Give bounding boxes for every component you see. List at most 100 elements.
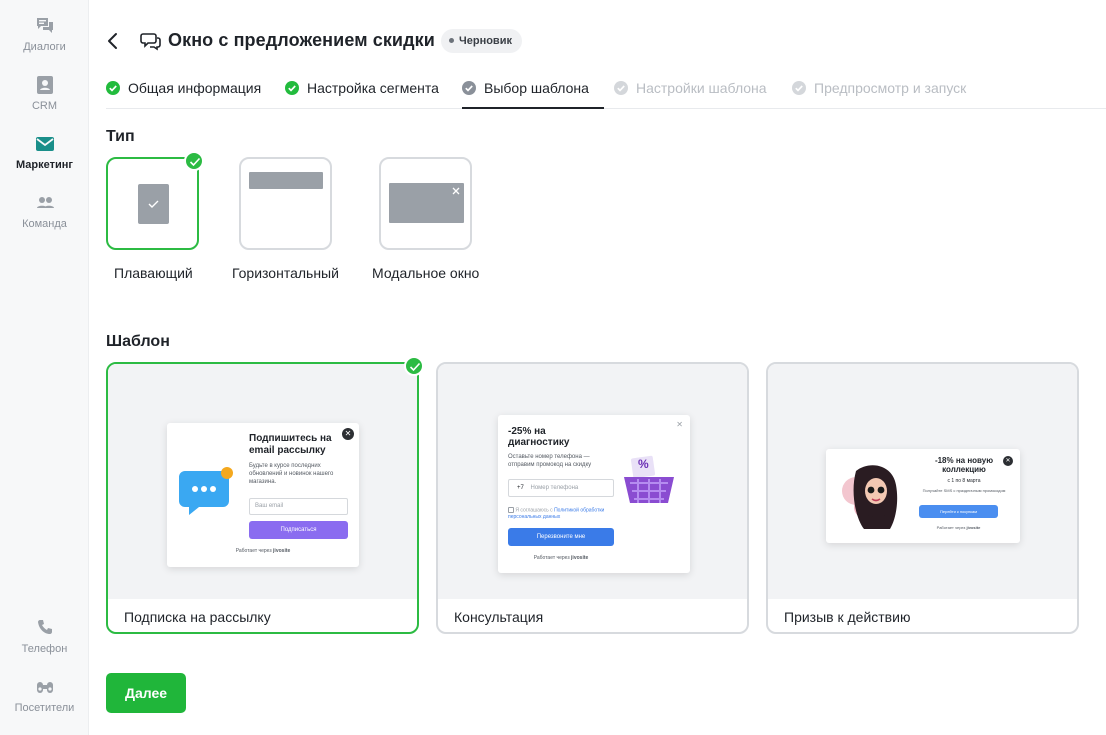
step-label: Настройка сегмента bbox=[307, 80, 439, 96]
status-badge: Черновик bbox=[441, 29, 522, 53]
type-option-horizontal[interactable] bbox=[239, 157, 332, 250]
phone-placeholder: Номер телефона bbox=[530, 485, 579, 491]
mini-title: -18% на новую коллекцию bbox=[934, 456, 994, 474]
shopping-basket-illustration-icon bbox=[624, 455, 674, 503]
mini-phone-input: +7 Номер телефона bbox=[508, 479, 614, 497]
phone-icon bbox=[37, 620, 52, 634]
page-title: Окно с предложением скидки bbox=[168, 30, 435, 50]
app-root: Диалоги CRM Маркетинг Команда Телефон По… bbox=[0, 0, 1106, 735]
mini-popup-cta: -18% на новую коллекцию ✕ с 1 по 8 марта… bbox=[826, 449, 1020, 543]
step-label: Настройки шаблона bbox=[636, 80, 767, 96]
template-preview: -18% на новую коллекцию ✕ с 1 по 8 марта… bbox=[768, 364, 1077, 599]
step-template-settings[interactable]: Настройки шаблона bbox=[614, 80, 767, 109]
sidebar-item-phone[interactable]: Телефон bbox=[0, 617, 89, 655]
type-label-floating: Плавающий bbox=[114, 265, 193, 281]
sidebar-item-crm[interactable]: CRM bbox=[0, 74, 89, 112]
consent-text: Я соглашаюсь с bbox=[515, 507, 555, 514]
contact-card-icon bbox=[36, 76, 53, 94]
mini-title: Подпишитесь на email рассылку bbox=[249, 433, 332, 456]
team-icon bbox=[36, 197, 54, 208]
type-option-floating[interactable] bbox=[106, 157, 199, 250]
brand-label: jivosite bbox=[966, 525, 981, 530]
sidebar-item-label: Телефон bbox=[21, 643, 68, 655]
status-badge-label: Черновик bbox=[459, 35, 512, 47]
chat-bubble-illustration-icon bbox=[179, 467, 233, 515]
check-circle-icon bbox=[462, 80, 476, 95]
check-circle-icon bbox=[106, 80, 120, 95]
selected-check-icon bbox=[404, 356, 424, 376]
step-preview-launch[interactable]: Предпросмотр и запуск bbox=[792, 80, 966, 109]
mini-text: Получайте SMS с праздничным промокодом bbox=[922, 488, 1006, 493]
phone-prefix: +7 bbox=[517, 485, 524, 491]
modal-window-shape bbox=[389, 183, 464, 223]
close-icon bbox=[452, 187, 460, 195]
mini-text: Будьте в курсе последних обновлений и но… bbox=[249, 463, 334, 485]
check-circle-icon bbox=[285, 80, 299, 95]
envelope-icon bbox=[35, 137, 54, 151]
brand-label: jivosite bbox=[273, 548, 291, 554]
check-icon bbox=[148, 200, 159, 208]
close-icon: ✕ bbox=[342, 428, 354, 440]
sidebar-item-team[interactable]: Команда bbox=[0, 192, 89, 230]
powered-by-label: Работает через bbox=[936, 525, 966, 530]
binoculars-icon bbox=[36, 682, 53, 693]
sidebar-item-visitors[interactable]: Посетители bbox=[0, 676, 89, 714]
step-template-choice[interactable]: Выбор шаблона bbox=[462, 80, 604, 109]
mini-popup-subscription: Подпишитесь на email рассылку ✕ Будьте в… bbox=[167, 423, 359, 567]
sidebar-item-label: Команда bbox=[22, 218, 67, 230]
mini-footer: Работает через jivosite bbox=[508, 555, 614, 561]
brand-label: jivosite bbox=[571, 555, 589, 561]
check-circle-icon bbox=[614, 80, 628, 95]
type-label-modal: Модальное окно bbox=[372, 265, 480, 281]
sidebar-item-label: Маркетинг bbox=[16, 159, 73, 171]
mini-shop-button: Перейти к покупкам bbox=[919, 505, 998, 518]
sidebar: Диалоги CRM Маркетинг Команда Телефон По… bbox=[0, 0, 89, 735]
wizard-steps: Общая информация Настройка сегмента Выбо… bbox=[106, 76, 1106, 109]
mini-email-input: Ваш email bbox=[249, 498, 348, 515]
status-dot-icon bbox=[449, 37, 454, 43]
template-preview: ✕ -25% на диагностику Оставьте номер тел… bbox=[438, 364, 747, 599]
sidebar-item-label: Диалоги bbox=[23, 41, 66, 53]
step-segment-settings[interactable]: Настройка сегмента bbox=[285, 80, 439, 109]
woman-portrait-illustration-icon bbox=[842, 465, 898, 529]
powered-by-label: Работает через bbox=[235, 548, 272, 554]
close-icon: ✕ bbox=[676, 420, 683, 429]
step-label: Выбор шаблона bbox=[484, 80, 589, 96]
step-general-info[interactable]: Общая информация bbox=[106, 80, 261, 109]
template-heading: Шаблон bbox=[106, 333, 170, 350]
percent-badge: % bbox=[638, 457, 649, 471]
floating-widget-shape bbox=[138, 184, 169, 224]
sidebar-item-label: Посетители bbox=[14, 702, 75, 714]
type-option-modal[interactable] bbox=[379, 157, 472, 250]
mini-callback-button: Перезвоните мне bbox=[508, 528, 614, 546]
mini-popup-consultation: ✕ -25% на диагностику Оставьте номер тел… bbox=[498, 415, 690, 573]
mini-title: -25% на диагностику bbox=[508, 426, 570, 448]
mini-subscribe-button: Подписаться bbox=[249, 521, 348, 539]
template-card-consultation[interactable]: ✕ -25% на диагностику Оставьте номер тел… bbox=[436, 362, 749, 634]
mini-consent: Я соглашаюсь с Политикой обработки персо… bbox=[508, 507, 628, 521]
sidebar-item-label: CRM bbox=[31, 100, 58, 112]
type-heading: Тип bbox=[106, 128, 135, 145]
step-label: Общая информация bbox=[128, 80, 262, 96]
mini-footer: Работает через jivosite bbox=[919, 525, 998, 530]
chat-icon bbox=[36, 18, 53, 33]
mini-text: Оставьте номер телефона — отправим промо… bbox=[508, 454, 592, 468]
close-icon: ✕ bbox=[1003, 456, 1013, 466]
template-card-call-to-action[interactable]: -18% на новую коллекцию ✕ с 1 по 8 марта… bbox=[766, 362, 1079, 634]
sidebar-item-dialogs[interactable]: Диалоги bbox=[0, 15, 89, 53]
chat-bubbles-icon bbox=[140, 33, 161, 51]
template-label: Подписка на рассылку bbox=[124, 609, 271, 625]
template-card-subscription[interactable]: Подпишитесь на email рассылку ✕ Будьте в… bbox=[106, 362, 419, 634]
horizontal-bar-shape bbox=[249, 172, 323, 189]
checkbox-icon bbox=[508, 507, 514, 513]
mini-footer: Работает через jivosite bbox=[167, 548, 359, 554]
selected-check-icon bbox=[184, 151, 204, 171]
sidebar-item-marketing[interactable]: Маркетинг bbox=[0, 133, 89, 171]
template-label: Консультация bbox=[454, 609, 544, 625]
next-button[interactable]: Далее bbox=[106, 673, 186, 713]
back-arrow-icon[interactable] bbox=[104, 31, 122, 51]
check-circle-icon bbox=[792, 80, 806, 95]
type-label-horizontal: Горизонтальный bbox=[232, 265, 339, 281]
powered-by-label: Работает через bbox=[533, 555, 570, 561]
mini-subtitle: с 1 по 8 марта bbox=[947, 478, 981, 484]
